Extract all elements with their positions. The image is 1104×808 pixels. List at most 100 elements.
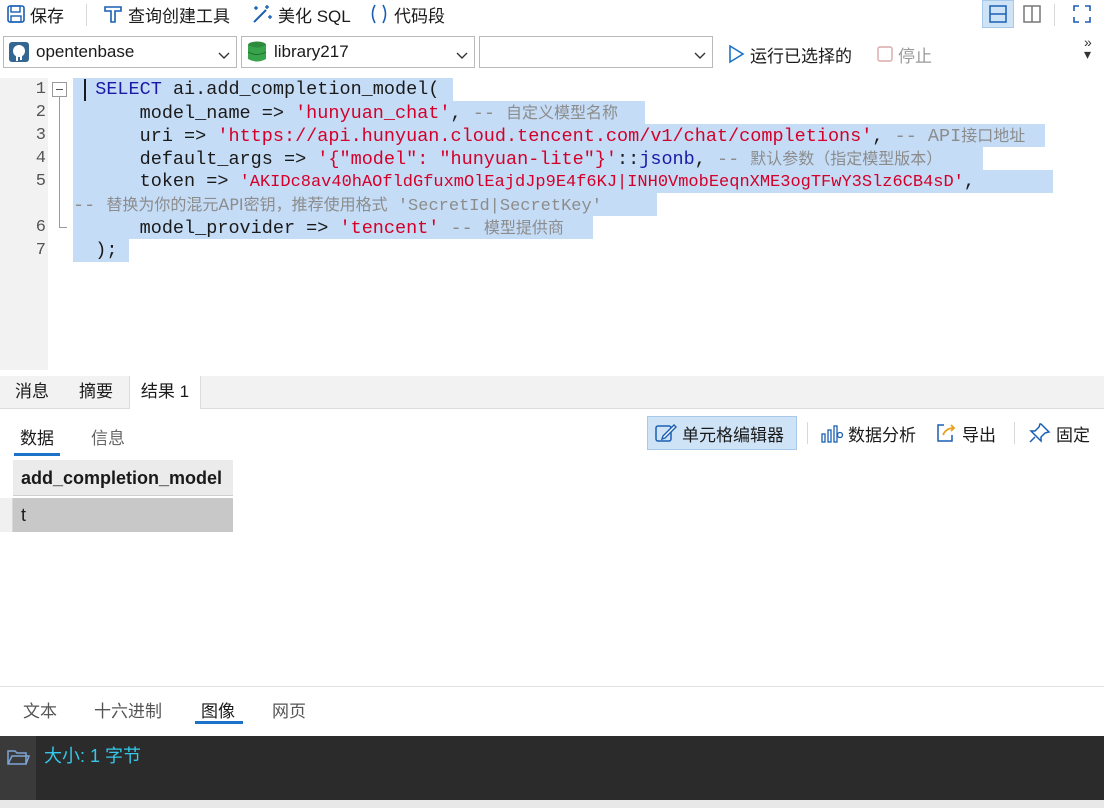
schema-select[interactable]	[479, 36, 713, 68]
punctuation	[439, 218, 450, 239]
main-toolbar: 保存 查询创建工具 美化 SQL 代码段	[0, 0, 1104, 30]
line-gutter: 1 2 3 4 5 6 7	[0, 78, 48, 370]
arg-name: token	[139, 171, 196, 192]
data-analysis-label: 数据分析	[848, 425, 916, 445]
cell-editor-label: 单元格编辑器	[682, 425, 784, 445]
string-literal: '{"model": "hunyuan-lite"}'	[317, 149, 618, 170]
comment-text: 默认参数（指定模型版本）	[750, 149, 943, 168]
arg-operator: =>	[250, 103, 296, 124]
pencil-icon	[654, 422, 678, 444]
viewer-sidebar	[0, 736, 36, 808]
query-builder-label: 查询创建工具	[128, 6, 230, 26]
comment-text: API	[218, 195, 244, 214]
row-indicator[interactable]	[0, 498, 13, 532]
toolbar-divider	[1054, 4, 1055, 26]
data-analysis-button[interactable]: 数据分析	[814, 416, 922, 450]
code-snippet-button[interactable]: 代码段	[368, 0, 445, 28]
subtab-data[interactable]: 数据	[20, 424, 54, 449]
stop-button[interactable]: 停止	[876, 40, 932, 68]
pin-button[interactable]: 固定	[1022, 416, 1096, 450]
folder-open-icon[interactable]	[6, 746, 30, 768]
table-cell[interactable]: t	[13, 498, 233, 532]
split-horizontal-button[interactable]	[982, 0, 1014, 28]
tab-summary[interactable]: 摘要	[64, 376, 128, 408]
status-bar	[0, 800, 1104, 808]
tab-web[interactable]: 网页	[272, 697, 306, 722]
code-line: token => 'AKIDc8av40hAOfldGfuxmOlEajdJp9…	[73, 170, 1053, 193]
tab-messages[interactable]: 消息	[0, 376, 64, 408]
comment-marker: --	[472, 103, 507, 124]
parentheses-icon	[368, 3, 390, 25]
arg-name: uri	[139, 126, 173, 147]
comment-marker: --	[73, 195, 107, 216]
query-builder-button[interactable]: 查询创建工具	[102, 0, 230, 28]
code-line: SELECT ai.add_completion_model(	[73, 78, 453, 101]
arg-operator: =>	[272, 149, 318, 170]
sql-editor[interactable]: 1 2 3 4 5 6 7 SELECT ai.add_completion_m…	[0, 78, 1104, 370]
split-horizontal-icon	[988, 4, 1008, 24]
maximize-button[interactable]	[1066, 0, 1098, 28]
pin-label: 固定	[1056, 425, 1090, 445]
run-selected-button[interactable]: 运行已选择的	[726, 40, 852, 68]
stop-icon	[876, 45, 894, 63]
image-viewer-panel: 大小: 1 字节	[0, 736, 1104, 808]
tab-image[interactable]: 图像	[201, 697, 235, 722]
connection-bar: opentenbase library217 运行已选择的 停止 » ▾	[0, 35, 1104, 70]
comment-text: 接口地址	[961, 126, 1026, 145]
result-tab-bar: 消息 摘要 结果 1	[0, 376, 1104, 409]
database-icon	[246, 40, 268, 64]
magic-wand-icon	[250, 3, 274, 25]
code-line: );	[73, 239, 129, 262]
punctuation: ,	[963, 171, 975, 192]
export-icon	[934, 422, 958, 444]
line-number: 4	[35, 149, 46, 168]
punctuation: ,	[450, 103, 473, 124]
toolbar-divider	[86, 4, 87, 26]
save-button[interactable]: 保存	[6, 0, 64, 28]
code-line: uri => 'https://api.hunyuan.cloud.tencen…	[73, 124, 1045, 147]
line-number: 7	[35, 241, 46, 260]
chevron-down-icon	[694, 46, 706, 66]
play-icon	[726, 44, 746, 64]
comment-marker: --	[450, 218, 484, 239]
export-button[interactable]: 导出	[928, 416, 1002, 450]
postgres-elephant-icon	[8, 41, 30, 63]
fullscreen-icon	[1072, 4, 1092, 24]
comment-text: 替换为你的混元	[106, 195, 219, 214]
pin-icon	[1028, 422, 1052, 444]
comment-marker: -- API	[894, 126, 962, 147]
viewer-tab-active-indicator	[195, 721, 243, 724]
overflow-chevron-icon[interactable]: » ▾	[1084, 35, 1092, 61]
string-literal: 'https://api.hunyuan.cloud.tencent.com/v…	[217, 126, 873, 147]
run-selected-label: 运行已选择的	[750, 46, 852, 66]
beautify-sql-label: 美化 SQL	[278, 6, 351, 26]
tab-result-1[interactable]: 结果 1	[129, 376, 201, 409]
comment-marker: --	[716, 149, 751, 170]
tab-text[interactable]: 文本	[23, 697, 57, 722]
fold-toggle-icon[interactable]	[52, 82, 67, 97]
punctuation: ,	[872, 126, 895, 147]
cast-operator: ::	[617, 149, 640, 170]
chevron-down-icon	[456, 46, 468, 66]
sql-text: ai.add_completion_model(	[161, 79, 440, 100]
cell-editor-button[interactable]: 单元格编辑器	[647, 416, 797, 450]
subtab-info[interactable]: 信息	[91, 424, 125, 449]
column-header[interactable]: add_completion_model	[13, 460, 233, 496]
line-number: 5	[35, 172, 46, 191]
string-literal: 'hunyuan_chat'	[295, 103, 451, 124]
string-literal: 'AKIDc8av40hAOfldGfuxmOlEajdJp9E4f6KJ|IN…	[239, 173, 964, 192]
chevron-down-icon	[218, 46, 230, 66]
line-number: 2	[35, 103, 46, 122]
toolbar-divider	[807, 422, 808, 444]
fold-guide-end	[59, 227, 67, 228]
comment-text: 'SecretId|SecretKey'	[387, 197, 602, 216]
arg-operator: =>	[195, 171, 240, 192]
tab-hex[interactable]: 十六进制	[94, 697, 162, 722]
subtab-active-indicator	[14, 453, 60, 456]
beautify-sql-button[interactable]: 美化 SQL	[250, 0, 351, 28]
connection-select[interactable]: opentenbase	[3, 36, 237, 68]
punctuation: ,	[694, 149, 717, 170]
split-vertical-button[interactable]	[1016, 0, 1048, 28]
database-select[interactable]: library217	[241, 36, 475, 68]
text-cursor	[84, 79, 86, 101]
